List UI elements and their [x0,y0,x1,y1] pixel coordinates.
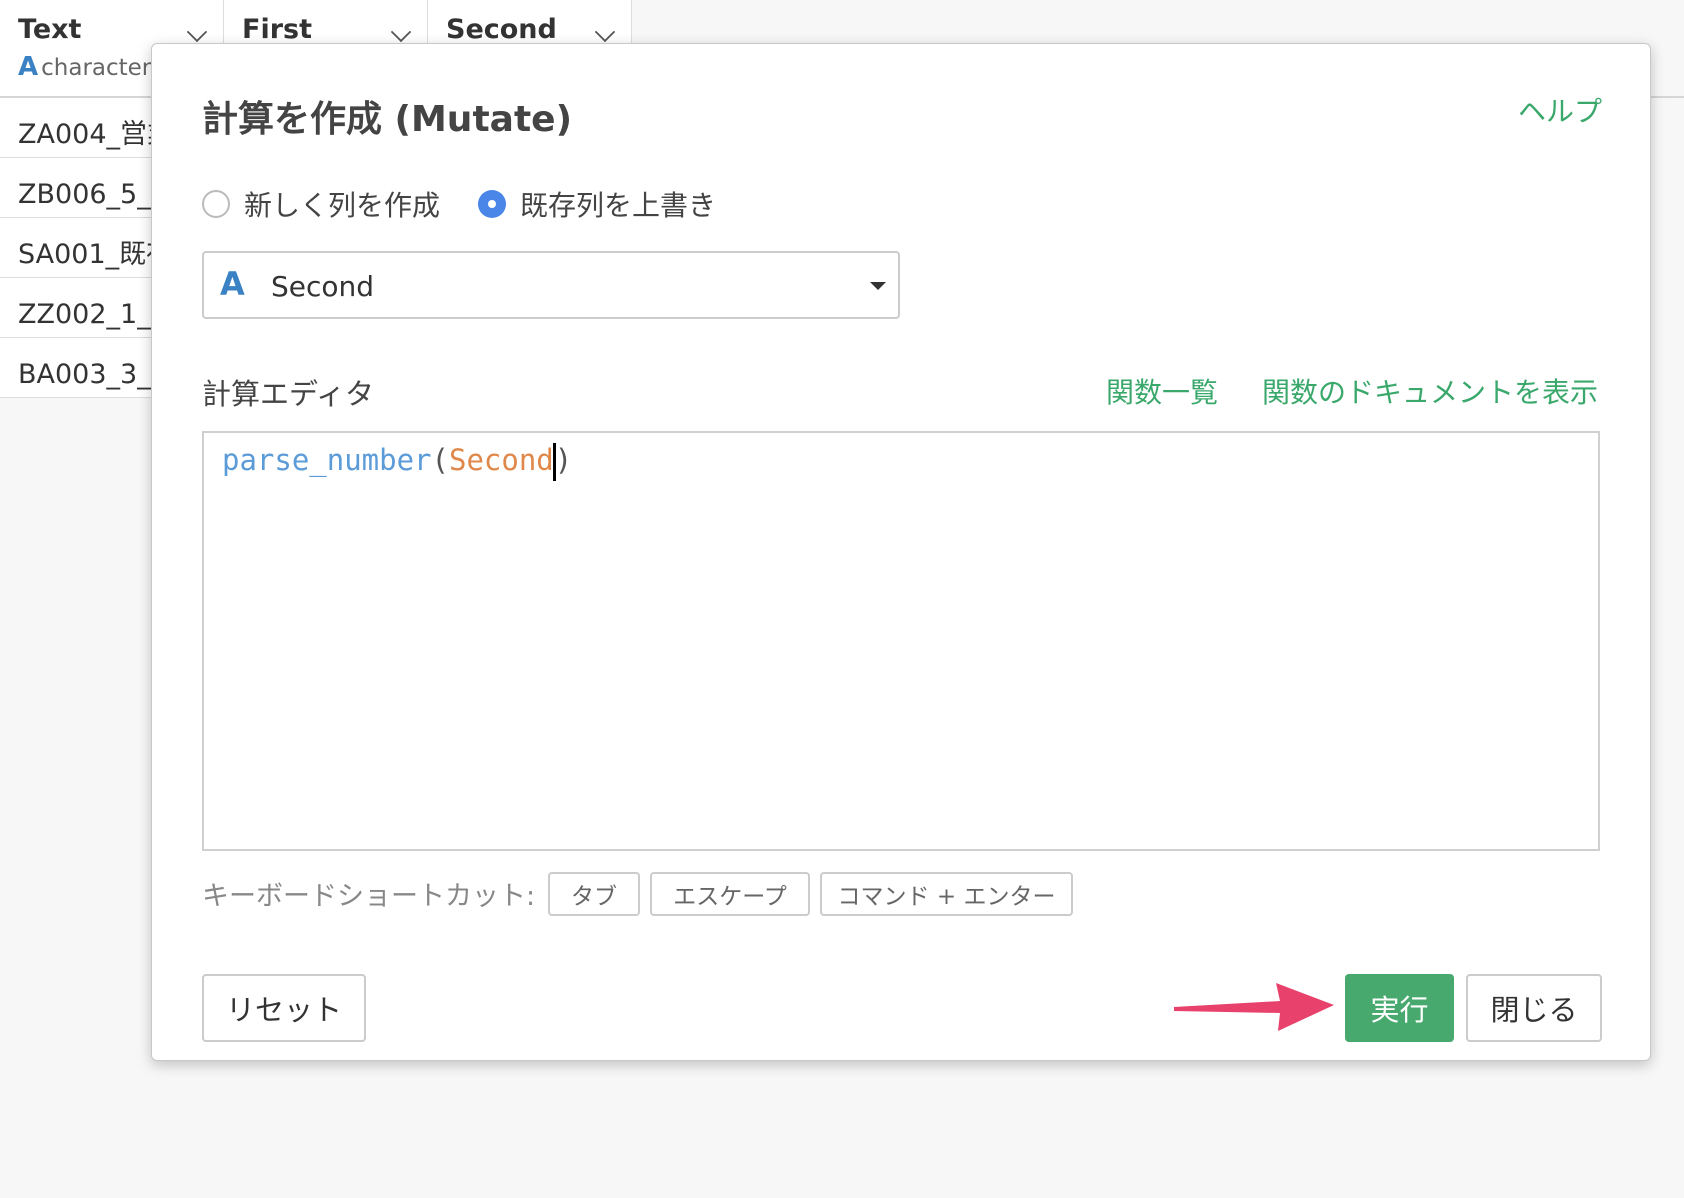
column-type: Acharacter [18,52,151,82]
table-row[interactable]: BA003_3_営 [0,338,178,398]
run-button[interactable]: 実行 [1345,974,1454,1042]
radio-label: 新しく列を作成 [244,189,441,222]
chevron-down-icon[interactable] [186,21,208,43]
cell-text: SA001_既存 [18,239,174,270]
character-type-icon: A [18,52,39,82]
shortcuts-label: キーボードショートカット: [202,881,536,912]
column-name: First [242,14,312,45]
table-row[interactable]: ZA004_営業 [0,98,174,158]
chevron-down-icon[interactable] [390,21,412,43]
help-link[interactable]: ヘルプ [1518,90,1602,130]
editor-label: 計算エディタ [202,377,374,411]
table-row[interactable]: ZB006_5_新 [0,158,178,218]
code-line: parse_number(Second) [222,443,572,481]
mutate-dialog: 計算を作成 (Mutate) ヘルプ 新しく列を作成 既存列を上書き A Sec… [151,43,1651,1061]
code-paren-close: ) [554,443,573,477]
shortcut-escape: エスケープ [650,872,810,916]
radio-label: 既存列を上書き [520,189,717,222]
calculation-editor[interactable]: parse_number(Second) [202,431,1600,851]
caret-down-icon [870,282,886,290]
radio-create-new-column[interactable]: 新しく列を作成 [202,184,440,224]
column-name: Text [18,14,82,45]
chevron-down-icon[interactable] [594,21,616,43]
annotation-arrow-icon [1174,983,1334,1031]
character-type-icon: A [220,265,245,303]
mode-radio-group: 新しく列を作成 既存列を上書き [202,184,754,224]
column-select-value: Second [271,270,375,303]
code-paren-open: ( [431,443,449,477]
code-function: parse_number [222,443,432,477]
column-type-label: character [41,55,152,81]
column-name: Second [446,14,557,45]
table-row[interactable]: SA001_既存 [0,218,173,278]
radio-checked[interactable] [478,190,507,218]
close-button[interactable]: 閉じる [1466,974,1602,1042]
shortcut-command-enter: コマンド + エンター [820,872,1073,916]
reset-button[interactable]: リセット [202,974,366,1042]
dialog-title: 計算を作成 (Mutate) [202,99,573,140]
shortcut-tab: タブ [548,872,640,916]
radio-unchecked[interactable] [202,190,230,218]
code-argument: Second [448,443,554,477]
function-docs-link[interactable]: 関数のドキュメントを表示 [1262,371,1598,411]
radio-overwrite-column[interactable]: 既存列を上書き [478,184,716,224]
column-select[interactable]: A Second [202,251,900,319]
function-list-link[interactable]: 関数一覧 [1106,371,1218,411]
table-row[interactable]: ZZ002_1_企 [0,278,178,338]
